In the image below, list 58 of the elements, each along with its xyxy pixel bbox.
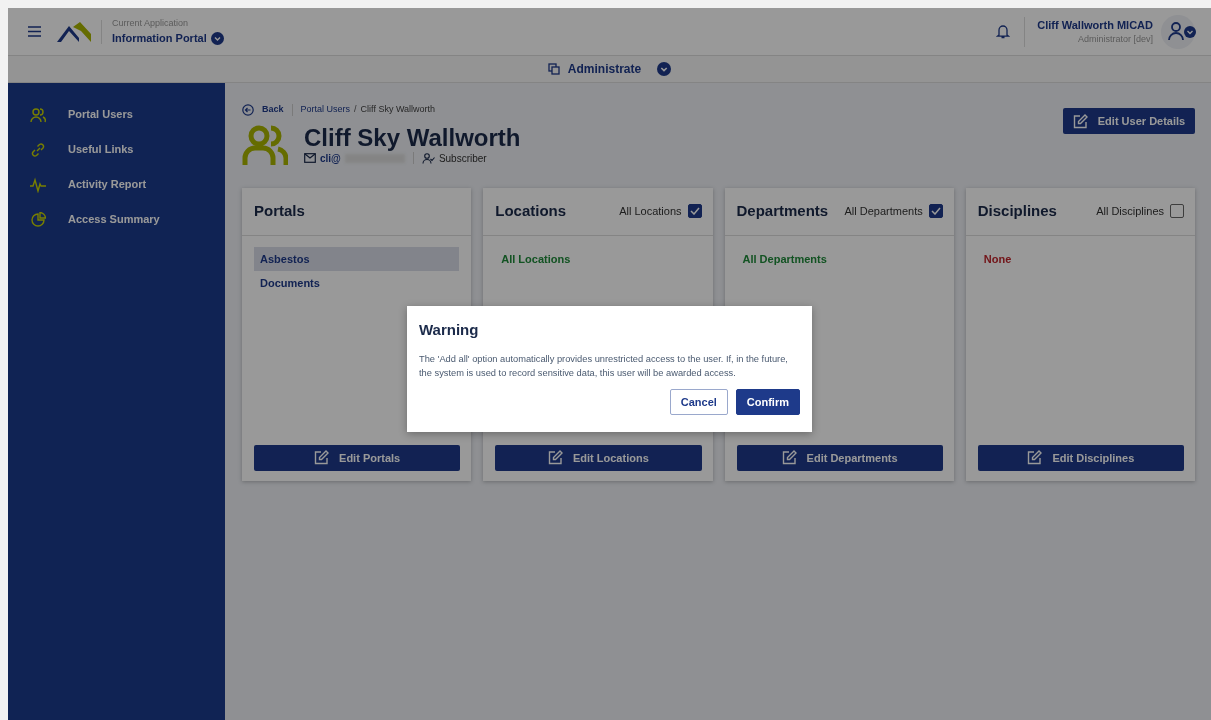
panel-title: Departments: [736, 201, 829, 222]
copy-icon: [547, 63, 560, 75]
breadcrumb-item[interactable]: Portal Users: [300, 103, 351, 117]
users-icon: [242, 125, 288, 166]
user-avatar-icon[interactable]: [1161, 14, 1197, 49]
sidebar-item[interactable]: Useful Links: [68, 141, 134, 158]
panel-title: Portals: [254, 201, 305, 222]
profile-name: Cliff Sky Wallworth: [304, 124, 521, 151]
menu-icon[interactable]: [28, 26, 41, 37]
empty-status: None: [982, 251, 1013, 267]
panel-title: Locations: [495, 201, 567, 222]
edit-icon: [1027, 450, 1043, 466]
breadcrumb-item: Cliff Sky Wallworth: [360, 103, 436, 116]
select-all-label: All Disciplines: [1096, 204, 1164, 220]
portal-item[interactable]: Documents: [254, 271, 460, 296]
profile-role: Subscriber: [438, 151, 487, 166]
user-name: Cliff Wallworth MICAD: [1037, 17, 1153, 33]
select-all-checkbox[interactable]: [928, 204, 943, 219]
app-name: Information Portal: [112, 31, 207, 46]
edit-user-details-button[interactable]: Edit User Details: [1063, 108, 1195, 134]
portal-item[interactable]: Asbestos: [254, 246, 460, 272]
admin-menu-label[interactable]: Administrate: [567, 60, 642, 78]
chevron-down-icon[interactable]: [210, 31, 224, 45]
select-all-label: All Departments: [844, 204, 923, 220]
all-selected-status: All Departments: [741, 251, 828, 267]
chevron-down-icon[interactable]: [657, 62, 672, 76]
profile-email: cli@: [320, 151, 341, 166]
pie-chart-icon: [30, 211, 46, 228]
edit-icon: [548, 450, 563, 466]
edit-panel-button[interactable]: Edit Locations: [495, 444, 702, 471]
dialog-message: The 'Add all' option automatically provides unrestricted access to the user. If, in the future, the system is used to record sensitive data, this user will be awarded access.: [419, 352, 789, 381]
envelope-icon: [304, 153, 316, 164]
sidebar-item[interactable]: Portal Users: [68, 106, 133, 123]
bell-icon[interactable]: [996, 24, 1011, 39]
sidebar-item[interactable]: Activity Report: [68, 176, 147, 193]
pulse-icon: [30, 176, 46, 193]
edit-icon: [314, 450, 330, 466]
select-all-checkbox[interactable]: [1170, 204, 1184, 219]
edit-icon: [781, 450, 797, 466]
edit-icon: [1072, 113, 1088, 129]
edit-panel-button[interactable]: Edit Portals: [254, 444, 461, 471]
edit-panel-button[interactable]: Edit Disciplines: [977, 444, 1184, 471]
logo-icon: [57, 21, 91, 42]
app-caption: Current Application: [112, 16, 190, 30]
all-selected-status: All Locations: [500, 251, 572, 267]
confirm-button[interactable]: Confirm: [735, 389, 800, 416]
sidebar-item[interactable]: Access Summary: [68, 211, 160, 228]
users-icon: [30, 106, 46, 123]
select-all-label: All Locations: [619, 204, 682, 220]
edit-panel-button[interactable]: Edit Departments: [736, 444, 943, 471]
select-all-checkbox[interactable]: [687, 204, 702, 219]
breadcrumb-separator: /: [354, 103, 357, 116]
dialog-title: Warning: [419, 320, 480, 340]
link-icon: [30, 141, 46, 158]
cancel-button[interactable]: Cancel: [669, 389, 728, 416]
back-link[interactable]: Back: [262, 103, 284, 117]
user-check-icon: [421, 152, 435, 164]
panel-title: Disciplines: [977, 201, 1057, 222]
